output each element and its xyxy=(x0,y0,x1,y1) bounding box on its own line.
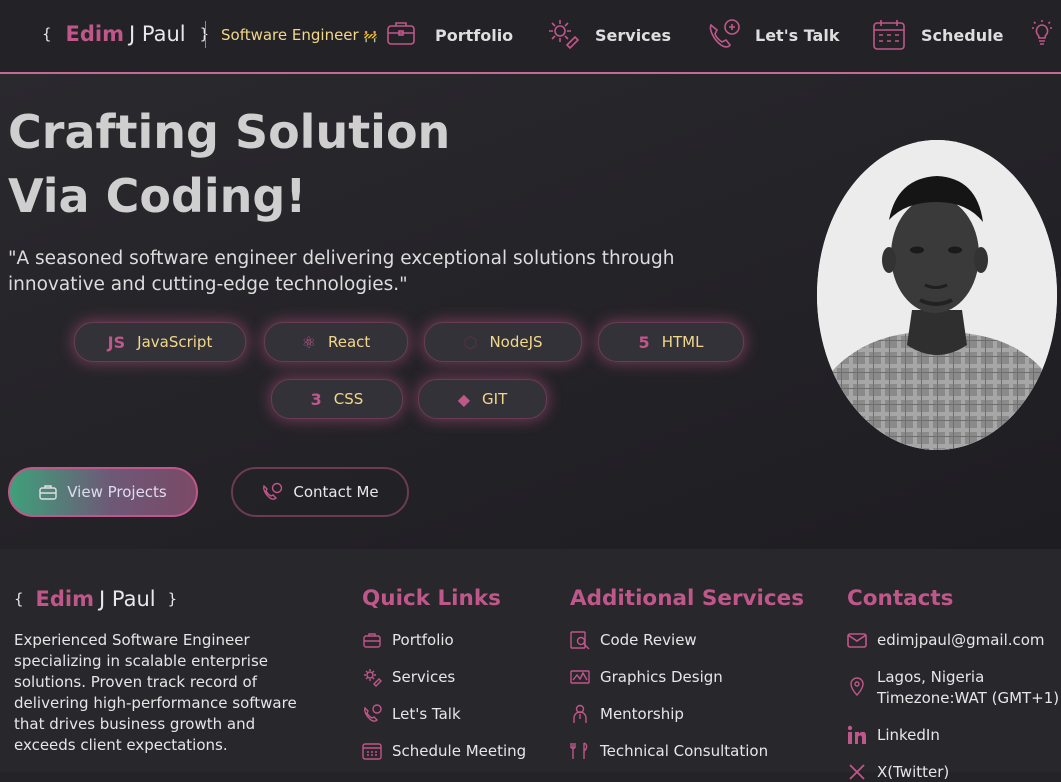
nodejs-icon: ⬡ xyxy=(463,332,478,352)
contact-linkedin[interactable]: LinkedIn xyxy=(847,725,940,745)
code-review-icon xyxy=(570,631,590,650)
skill-label: JavaScript xyxy=(137,333,213,351)
nav-portfolio[interactable]: Portfolio xyxy=(385,16,513,54)
skill-label: NodeJS xyxy=(489,333,543,351)
graphics-design-icon xyxy=(570,670,590,684)
hero-headline: Crafting Solution Via Coding! xyxy=(8,100,450,228)
contact-location-timezone: Timezone:WAT (GMT+1) xyxy=(877,689,1060,707)
quick-link-label: Portfolio xyxy=(392,631,454,649)
phone-chat-icon xyxy=(364,704,382,722)
skill-chip-css[interactable]: 3 CSS xyxy=(271,379,403,419)
service-graphics-design[interactable]: Graphics Design xyxy=(570,667,723,687)
contact-me-button[interactable]: Contact Me xyxy=(231,467,409,517)
nav-lets-talk[interactable]: Let's Talk xyxy=(705,16,839,54)
headline-line-1: Crafting Solution xyxy=(8,105,451,159)
profile-photo xyxy=(817,140,1057,450)
nav-lets-talk-label: Let's Talk xyxy=(755,25,840,45)
nav-schedule[interactable]: Schedule xyxy=(871,16,1003,54)
construction-icon: 🚧 xyxy=(363,30,378,43)
brand-last-name: J Paul xyxy=(129,22,186,46)
js-icon: JS xyxy=(107,332,126,352)
footer-brand-brace-close: } xyxy=(167,590,178,608)
briefcase-icon xyxy=(39,485,57,500)
location-pin-icon xyxy=(850,677,864,696)
service-label: Technical Consultation xyxy=(600,742,769,760)
service-code-review[interactable]: Code Review xyxy=(570,630,697,650)
calendar-icon xyxy=(873,20,905,50)
service-mentorship[interactable]: Mentorship xyxy=(570,704,684,724)
quick-link-label: Let's Talk xyxy=(392,705,461,723)
role-title: Software Engineer 🚧 xyxy=(221,26,377,44)
additional-services-heading: Additional Services xyxy=(570,586,805,611)
skill-label: CSS xyxy=(333,390,364,408)
quick-link-label: Schedule Meeting xyxy=(392,742,527,760)
linkedin-icon xyxy=(847,725,866,744)
skill-chip-git[interactable]: ◆ GIT xyxy=(418,379,547,419)
nav-services-label: Services xyxy=(595,25,672,45)
service-label: Code Review xyxy=(600,631,697,649)
contact-twitter-text: X(Twitter) xyxy=(877,763,950,781)
consultation-icon xyxy=(570,742,588,759)
lightbulb-icon[interactable] xyxy=(1030,20,1054,46)
view-projects-button[interactable]: View Projects xyxy=(8,467,198,517)
nav-portfolio-label: Portfolio xyxy=(435,25,514,45)
profile-portrait-image xyxy=(817,140,1057,450)
contact-email-text: edimjpaul@gmail.com xyxy=(877,631,1045,649)
footer-brand-logo[interactable]: { Edim J Paul } xyxy=(14,587,177,611)
contact-email[interactable]: edimjpaul@gmail.com xyxy=(847,630,1045,650)
site-header: { Edim J Paul } Software Engineer 🚧 Port… xyxy=(0,0,1061,74)
headline-line-2: Via Coding! xyxy=(8,169,307,223)
quick-link-lets-talk[interactable]: Let's Talk xyxy=(362,704,461,724)
x-twitter-icon xyxy=(849,764,865,780)
nav-schedule-label: Schedule xyxy=(921,25,1004,45)
footer-brand-last-name: J Paul xyxy=(99,587,156,611)
hero-tagline: "A seasoned software engineer delivering… xyxy=(8,248,675,295)
service-label: Mentorship xyxy=(600,705,684,723)
skill-chip-react[interactable]: ⚛ React xyxy=(264,322,408,362)
gear-icon xyxy=(364,669,382,687)
service-technical-consultation[interactable]: Technical Consultation xyxy=(570,741,768,761)
contact-location: Lagos, Nigeria Timezone:WAT (GMT+1) xyxy=(847,667,1059,709)
skill-label: React xyxy=(328,333,371,351)
brand-brace-open: { xyxy=(42,25,52,43)
git-icon: ◆ xyxy=(457,389,471,409)
skill-label: GIT xyxy=(482,390,508,408)
mentorship-icon xyxy=(573,704,587,723)
brand-logo[interactable]: { Edim J Paul } xyxy=(42,22,209,46)
quick-link-label: Services xyxy=(392,668,456,686)
header-divider xyxy=(205,21,206,48)
skill-chip-nodejs[interactable]: ⬡ NodeJS xyxy=(424,322,582,362)
calendar-icon xyxy=(362,743,382,760)
contact-location-text: Lagos, Nigeria Timezone:WAT (GMT+1) xyxy=(877,667,1059,709)
html5-icon: 5 xyxy=(638,332,650,352)
nav-services[interactable]: Services xyxy=(545,16,671,54)
service-label: Graphics Design xyxy=(600,668,723,686)
contact-location-city: Lagos, Nigeria xyxy=(877,668,985,686)
footer-brand-first-name: Edim xyxy=(35,587,95,611)
footer-brand-brace-open: { xyxy=(14,590,24,608)
react-icon: ⚛ xyxy=(301,332,317,352)
contacts-heading: Contacts xyxy=(847,586,954,611)
briefcase-icon xyxy=(387,22,415,45)
mail-icon xyxy=(847,633,867,648)
skill-label: HTML xyxy=(661,333,704,351)
briefcase-icon xyxy=(363,633,381,648)
footer-description: Experienced Software Engineer specializi… xyxy=(14,631,297,754)
skill-chip-html[interactable]: 5 HTML xyxy=(598,322,744,362)
quick-link-portfolio[interactable]: Portfolio xyxy=(362,630,454,650)
contact-twitter[interactable]: X(Twitter) xyxy=(847,762,949,782)
skill-chip-javascript[interactable]: JS JavaScript xyxy=(74,322,246,362)
contact-me-label: Contact Me xyxy=(293,483,379,501)
phone-chat-icon xyxy=(709,19,740,48)
contact-linkedin-text: LinkedIn xyxy=(877,726,940,744)
quick-links-heading: Quick Links xyxy=(362,586,501,611)
quick-link-schedule-meeting[interactable]: Schedule Meeting xyxy=(362,741,526,761)
view-projects-label: View Projects xyxy=(67,483,167,501)
brand-first-name: Edim xyxy=(65,22,125,46)
role-title-text: Software Engineer xyxy=(221,26,359,44)
css3-icon: 3 xyxy=(310,389,322,409)
phone-chat-icon xyxy=(263,482,283,500)
gear-icon xyxy=(549,20,580,50)
quick-link-services[interactable]: Services xyxy=(362,667,455,687)
